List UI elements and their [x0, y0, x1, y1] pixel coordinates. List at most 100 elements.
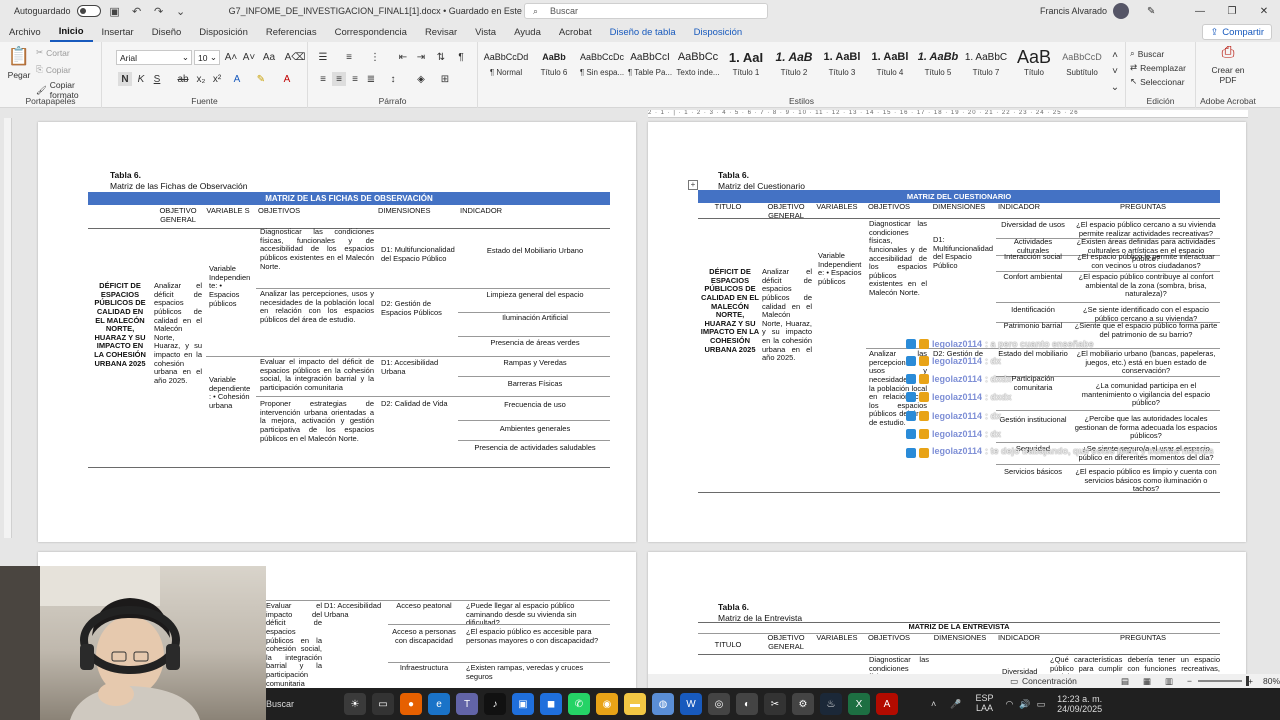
strikethrough-icon[interactable]: ab	[176, 72, 190, 86]
style-normal[interactable]: AaBbCcDd ¶ Normal	[482, 46, 530, 88]
style-titulo-1[interactable]: 1. AaI Título 1	[722, 46, 770, 88]
style-titulo-6[interactable]: AaBb Título 6	[530, 46, 578, 88]
style-table-paragraph[interactable]: AaBbCcI ¶ Table Pa...	[626, 46, 674, 88]
text-effects-icon[interactable]: A	[230, 72, 244, 86]
style-texto-independiente[interactable]: AaBbCc Texto inde...	[674, 46, 722, 88]
numbering-icon[interactable]: ≡	[342, 50, 356, 64]
paste-button[interactable]: 📋 Pegar	[6, 46, 32, 80]
bullets-icon[interactable]: ☰	[316, 50, 330, 64]
shrink-font-icon[interactable]: A˅	[242, 50, 256, 64]
widgets-icon[interactable]: ☀	[344, 693, 366, 715]
zoom-level[interactable]: 80%	[1263, 676, 1280, 686]
microphone-icon[interactable]: 🎤	[950, 699, 961, 710]
autosave-toggle[interactable]	[76, 5, 101, 17]
styles-more-icon[interactable]: ⌄	[1108, 80, 1122, 94]
whatsapp-icon[interactable]: ✆	[568, 693, 590, 715]
horizontal-ruler[interactable]: 2 · 1 · | · 1 · 2 · 3 · 4 · 5 · 6 · 7 · …	[648, 110, 1248, 118]
focus-icon[interactable]: ▭	[1010, 676, 1018, 687]
vertical-ruler[interactable]	[4, 118, 12, 538]
tab-archivo[interactable]: Archivo	[0, 22, 50, 42]
avatar[interactable]	[1113, 3, 1130, 19]
acrobat-icon[interactable]: A	[876, 693, 898, 715]
tab-diseno[interactable]: Diseño	[143, 22, 191, 42]
align-left-icon[interactable]: ≡	[316, 72, 330, 86]
settings-icon[interactable]: ⚙	[792, 693, 814, 715]
subscript-icon[interactable]: x₂	[194, 72, 208, 86]
tiktok-icon[interactable]: ♪	[484, 693, 506, 715]
style-titulo-3[interactable]: 1. AaBl Título 3	[818, 46, 866, 88]
customize-quick-access-icon[interactable]: ⌄	[173, 3, 189, 19]
steam-icon[interactable]: ♨	[820, 693, 842, 715]
clear-format-icon[interactable]: A⌫	[285, 50, 306, 64]
close-icon[interactable]: ✕	[1248, 0, 1280, 22]
edge-icon[interactable]: e	[428, 693, 450, 715]
tab-disposicion-tabla[interactable]: Disposición	[685, 22, 752, 42]
document-title[interactable]: G7_INFOME_DE_INVESTIGACION_FINAL1[1].doc…	[229, 6, 547, 17]
tab-insertar[interactable]: Insertar	[93, 22, 143, 42]
print-layout-icon[interactable]: ▦	[1143, 676, 1151, 687]
taskbar-search[interactable]: Buscar	[266, 699, 336, 709]
wifi-icon[interactable]: ◠	[1006, 699, 1014, 710]
find-button[interactable]: ⌕ Buscar	[1130, 48, 1164, 59]
line-spacing-icon[interactable]: ↕	[386, 72, 400, 86]
chrome-icon[interactable]: ◉	[596, 693, 618, 715]
italic-button[interactable]: K	[134, 72, 148, 86]
align-center-icon[interactable]: ≡	[332, 72, 346, 86]
redo-icon[interactable]: ↷	[151, 3, 167, 19]
capcut-icon[interactable]: ✂	[764, 693, 786, 715]
photos-icon[interactable]: ◼	[540, 693, 562, 715]
obs-icon[interactable]: ◎	[708, 693, 730, 715]
increase-indent-icon[interactable]: ⇥	[414, 50, 428, 64]
replace-button[interactable]: ⇄ Reemplazar	[1130, 62, 1186, 73]
style-sin-espaciado[interactable]: AaBbCcDc ¶ Sin espa...	[578, 46, 626, 88]
zoom-slider-thumb[interactable]	[1245, 676, 1249, 686]
tab-inicio[interactable]: Inicio	[49, 22, 93, 42]
font-size-select[interactable]: 10 ⌄	[194, 50, 220, 65]
underline-button[interactable]: S	[150, 72, 164, 86]
tab-ayuda[interactable]: Ayuda	[505, 22, 550, 42]
style-subtitulo[interactable]: AaBbCcD Subtítulo	[1058, 46, 1106, 88]
decrease-indent-icon[interactable]: ⇤	[396, 50, 410, 64]
styles-scroll-up-icon[interactable]: ˄	[1108, 48, 1122, 62]
undo-icon[interactable]: ↶	[129, 3, 145, 19]
clock[interactable]: 12:23 a. m. 24/09/2025	[1057, 694, 1102, 715]
battery-icon[interactable]: ▭	[1037, 699, 1046, 710]
read-mode-icon[interactable]: ▤	[1121, 676, 1129, 687]
font-name-select[interactable]: Arial ⌄	[116, 50, 192, 65]
word-icon[interactable]: W	[680, 693, 702, 715]
tab-disposicion[interactable]: Disposición	[190, 22, 257, 42]
shading-icon[interactable]: ◈	[414, 72, 428, 86]
zoom-slider[interactable]	[1197, 676, 1249, 686]
justify-icon[interactable]: ≣	[364, 72, 378, 86]
font-color-icon[interactable]: A	[280, 72, 294, 86]
firefox-icon[interactable]: ●	[400, 693, 422, 715]
style-titulo-5[interactable]: 1. AaBb Título 5	[914, 46, 962, 88]
cut-button[interactable]: ✂ Cortar	[36, 47, 70, 58]
multilevel-list-icon[interactable]: ⋮	[368, 50, 382, 64]
file-explorer-icon[interactable]: ▬	[624, 693, 646, 715]
restore-icon[interactable]: ❐	[1216, 0, 1248, 22]
share-button[interactable]: ⇪ Compartir	[1202, 24, 1272, 40]
copy-button[interactable]: ⎘ Copiar	[36, 64, 71, 75]
excel-icon[interactable]: X	[848, 693, 870, 715]
pen-icon[interactable]: ✎	[1147, 6, 1155, 17]
task-view-icon[interactable]: ▭	[372, 693, 394, 715]
superscript-icon[interactable]: x²	[210, 72, 224, 86]
align-right-icon[interactable]: ≡	[348, 72, 362, 86]
styles-scroll-down-icon[interactable]: ˅	[1108, 64, 1122, 78]
tab-diseno-de-tabla[interactable]: Diseño de tabla	[601, 22, 685, 42]
tab-acrobat[interactable]: Acrobat	[550, 22, 601, 42]
tab-vista[interactable]: Vista	[466, 22, 505, 42]
select-button[interactable]: ↖ Seleccionar	[1130, 76, 1185, 87]
style-titulo[interactable]: AaB Título	[1010, 46, 1058, 88]
grow-font-icon[interactable]: A˄	[224, 50, 238, 64]
save-icon[interactable]: ▣	[107, 3, 123, 19]
app-icon[interactable]: ◐	[736, 693, 758, 715]
web-layout-icon[interactable]: ▥	[1165, 676, 1173, 687]
minimize-icon[interactable]: —	[1184, 0, 1216, 22]
teams-icon[interactable]: T	[456, 693, 478, 715]
table-move-handle-icon[interactable]: +	[688, 180, 698, 190]
create-pdf-button[interactable]: ⎙ Crear en PDF	[1204, 44, 1252, 85]
bold-button[interactable]: N	[118, 72, 132, 86]
zoom-out-icon[interactable]: −	[1187, 676, 1192, 686]
